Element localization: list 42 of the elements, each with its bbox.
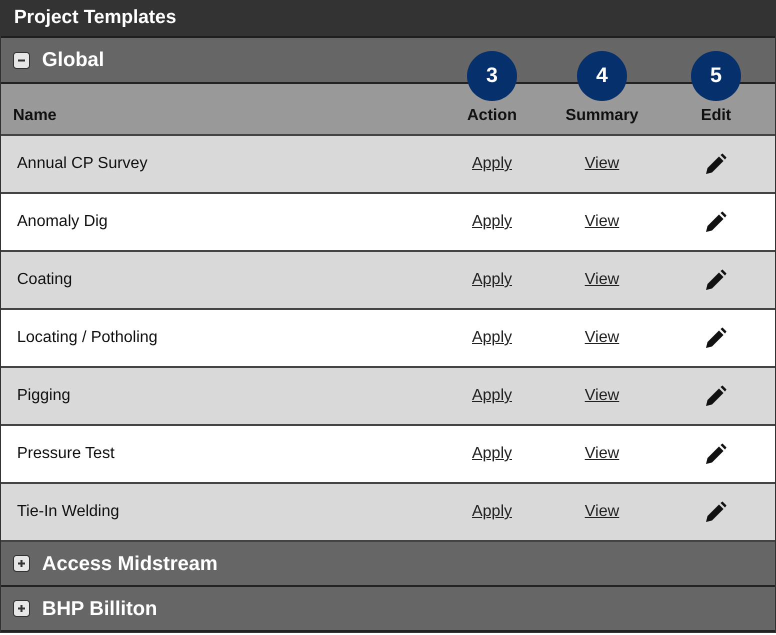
apply-link[interactable]: Apply (472, 155, 512, 172)
apply-link[interactable]: Apply (472, 445, 512, 462)
step-badge: 5 (691, 51, 741, 101)
window-title: Project Templates (1, 0, 775, 38)
apply-link[interactable]: Apply (472, 503, 512, 520)
column-header: Action (467, 106, 517, 126)
view-link[interactable]: View (584, 445, 620, 462)
pencil-icon[interactable] (705, 384, 727, 407)
view-link[interactable]: View (584, 271, 620, 288)
apply-link[interactable]: Apply (472, 271, 512, 288)
column-header: Name (13, 106, 57, 126)
step-badge: 3 (467, 51, 517, 101)
template-name: Tie-In Welding (17, 503, 120, 520)
pencil-icon[interactable] (705, 268, 727, 291)
collapse-icon[interactable] (13, 52, 30, 68)
group-title[interactable]: BHP Billiton (42, 594, 158, 624)
pencil-icon[interactable] (705, 152, 727, 175)
view-link[interactable]: View (584, 387, 620, 404)
view-link[interactable]: View (584, 155, 620, 172)
apply-link[interactable]: Apply (472, 213, 512, 230)
view-link[interactable]: View (584, 329, 620, 346)
template-name: Pressure Test (17, 445, 115, 462)
template-name: Pigging (17, 387, 70, 404)
template-name: Coating (17, 271, 72, 288)
template-name: Annual CP Survey (17, 155, 148, 172)
view-link[interactable]: View (584, 213, 620, 230)
group-title[interactable]: Access Midstream (42, 548, 218, 578)
pencil-icon[interactable] (705, 326, 727, 349)
pencil-icon[interactable] (705, 500, 727, 523)
pencil-icon[interactable] (705, 210, 727, 233)
column-header: Summary (566, 106, 638, 126)
template-name: Locating / Potholing (17, 329, 158, 346)
apply-link[interactable]: Apply (472, 329, 512, 346)
view-link[interactable]: View (584, 503, 620, 520)
expand-icon[interactable] (13, 555, 30, 572)
pencil-icon[interactable] (705, 442, 727, 465)
apply-link[interactable]: Apply (472, 387, 512, 404)
group-title[interactable]: Global (42, 45, 104, 75)
template-name: Anomaly Dig (17, 213, 108, 230)
column-header: Edit (700, 106, 732, 126)
expand-icon[interactable] (13, 600, 30, 617)
step-badge: 4 (577, 51, 627, 101)
